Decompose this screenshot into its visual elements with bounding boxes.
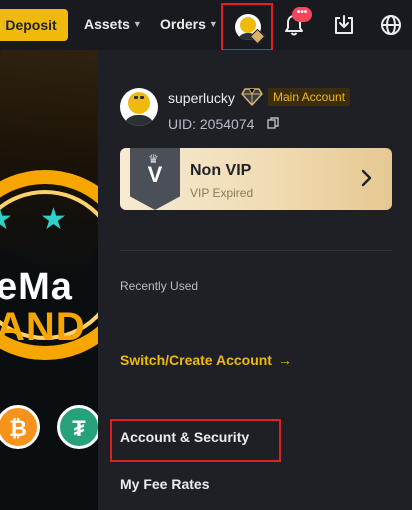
orders-label: Orders xyxy=(160,16,206,32)
switch-account-label: Switch/Create Account xyxy=(120,352,272,368)
menu-item-fee-rates[interactable]: My Fee Rates xyxy=(120,476,209,492)
switch-create-account-link[interactable]: Switch/Create Account → xyxy=(120,352,292,368)
copy-icon[interactable] xyxy=(267,117,279,129)
star-icon: ★ xyxy=(0,202,13,237)
chevron-right-icon xyxy=(361,169,372,187)
caret-down-icon: ▼ xyxy=(132,19,142,29)
vip-title: Non VIP xyxy=(190,162,252,179)
download-icon[interactable] xyxy=(333,14,355,36)
vip-status-card[interactable]: ♛ V Non VIP VIP Expired xyxy=(120,148,392,210)
username: superlucky xyxy=(168,90,235,106)
highlight-box xyxy=(110,419,281,462)
arrow-right-icon: → xyxy=(277,352,292,368)
recently-used-heading: Recently Used xyxy=(120,279,199,293)
profile-dropdown: superlucky Main Account UID: 2054074 ♛ V… xyxy=(98,50,412,510)
orders-menu[interactable]: Orders ▼ xyxy=(160,16,218,32)
deposit-button[interactable]: Deposit xyxy=(0,9,68,41)
assets-menu[interactable]: Assets ▼ xyxy=(84,16,142,32)
vip-diamond-icon xyxy=(241,88,263,106)
user-id: UID: 2054074 xyxy=(168,116,255,132)
promo-banner[interactable]: ★ ★ eMa AND ₿ ₮ xyxy=(0,50,98,510)
caret-down-icon: ▼ xyxy=(208,19,218,29)
profile-avatar-button[interactable] xyxy=(221,3,273,51)
banner-title: eMa xyxy=(0,266,73,308)
tether-coin-icon: ₮ xyxy=(57,405,98,449)
account-type-badge: Main Account xyxy=(268,88,351,106)
user-avatar[interactable] xyxy=(120,88,158,126)
divider xyxy=(120,250,392,251)
star-icon: ★ xyxy=(40,203,67,236)
top-nav-bar: Deposit Assets ▼ Orders ▼ ••• xyxy=(0,0,412,51)
vip-shield-icon: ♛ V xyxy=(130,148,180,210)
banner-subtitle: AND xyxy=(0,305,86,349)
assets-label: Assets xyxy=(84,16,130,32)
notification-badge: ••• xyxy=(292,7,312,22)
bitcoin-coin-icon: ₿ xyxy=(0,405,40,449)
globe-icon[interactable] xyxy=(380,14,402,36)
vip-subtitle: VIP Expired xyxy=(190,186,254,200)
